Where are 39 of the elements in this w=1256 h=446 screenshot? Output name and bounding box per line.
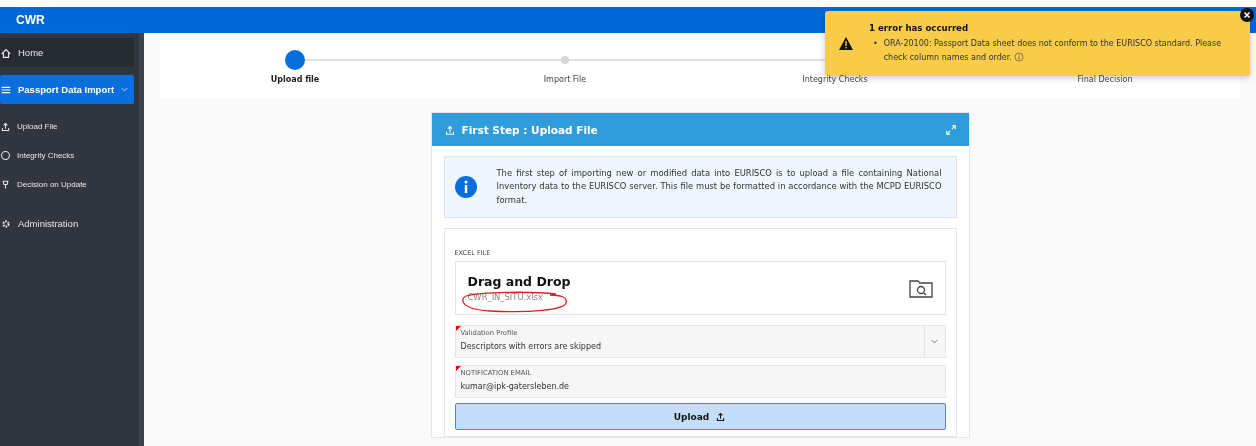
app-title: CWR bbox=[16, 13, 45, 27]
sidebar-subitem[interactable]: Decision on Update bbox=[0, 170, 139, 199]
step-dot[interactable] bbox=[285, 50, 305, 70]
sidebar-subitem[interactable]: Integrity Checks bbox=[0, 141, 139, 170]
file-drop-zone[interactable]: Drag and Drop CWR_IN_SITU.xlsx bbox=[454, 261, 946, 316]
panel-title: First Step : Upload File bbox=[461, 123, 598, 136]
required-marker bbox=[455, 326, 461, 332]
step-dot[interactable] bbox=[561, 56, 569, 64]
error-message: ORA-20100: Passport Data sheet does not conform to the EURISCO standard. Please check column names and order. bbox=[883, 37, 1223, 64]
info-text: The first step of importing new or modified data into EURISCO is to upload a file containing National Inventory data to the EURISCO server. This file must be formatted in accordance with the MCPD EURISCO format. bbox=[496, 167, 942, 207]
expand-icon[interactable] bbox=[944, 123, 957, 136]
drop-title: Drag and Drop bbox=[467, 274, 571, 290]
close-icon bbox=[1243, 11, 1251, 19]
close-button[interactable] bbox=[1240, 8, 1254, 22]
warning-icon bbox=[839, 37, 853, 50]
required-marker bbox=[455, 366, 461, 372]
bullet: • bbox=[873, 37, 878, 50]
info-icon[interactable] bbox=[1014, 52, 1025, 62]
info-icon bbox=[454, 176, 477, 199]
sidebar-item[interactable]: Home bbox=[0, 38, 134, 67]
step-label[interactable]: Final Decision bbox=[1077, 75, 1133, 84]
settings-icon bbox=[0, 217, 12, 230]
file-name: CWR_IN_SITU.xlsx bbox=[467, 292, 544, 303]
sidebar-item[interactable]: Passport Data Import bbox=[0, 75, 134, 104]
sidebar-subitem[interactable]: Upload File bbox=[0, 112, 139, 141]
upload-button[interactable]: Upload bbox=[454, 403, 946, 431]
upload-icon bbox=[443, 123, 456, 136]
toast-title: 1 error has occurred bbox=[869, 22, 970, 33]
step-label[interactable]: Integrity Checks bbox=[802, 75, 868, 84]
step-label[interactable]: Upload file bbox=[270, 75, 320, 84]
caret-icon bbox=[120, 85, 130, 94]
step-label[interactable]: Import File bbox=[543, 75, 587, 84]
folder-search-icon[interactable] bbox=[908, 278, 933, 299]
circle-icon bbox=[0, 150, 11, 161]
home-icon bbox=[0, 46, 12, 59]
pin-icon bbox=[0, 179, 11, 190]
sidebar-item[interactable]: Administration bbox=[0, 209, 134, 238]
upload-icon bbox=[715, 411, 727, 423]
upload-icon bbox=[0, 121, 11, 132]
